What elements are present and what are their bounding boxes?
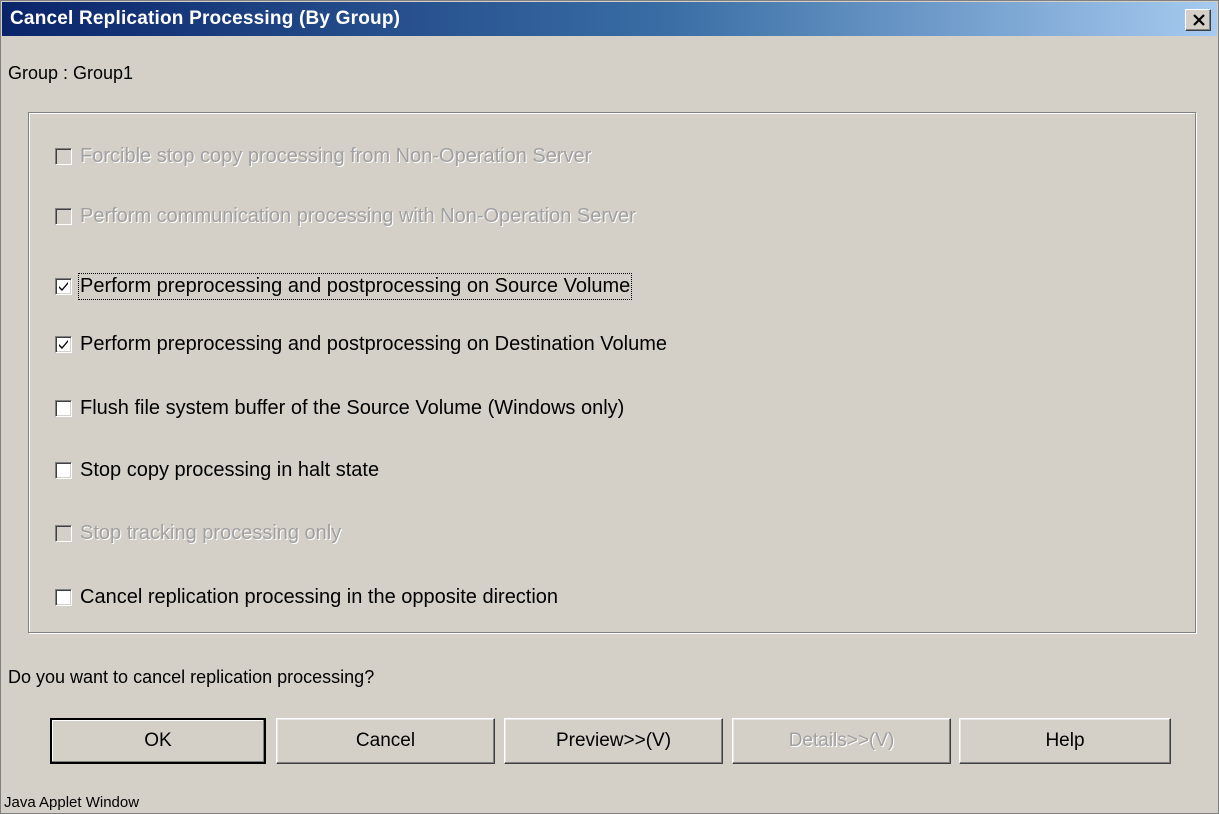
checkbox-forcible-stop: [55, 147, 72, 165]
option-communication-processing: Perform communication processing with No…: [55, 204, 636, 228]
option-label[interactable]: Cancel replication processing in the opp…: [80, 586, 558, 609]
checkbox-destination-pre-post[interactable]: [55, 335, 72, 353]
option-label: Perform communication processing with No…: [80, 204, 636, 227]
details-button: Details>>(V): [732, 718, 951, 764]
check-icon: [59, 281, 68, 291]
checkbox-communication-processing: [55, 207, 72, 225]
option-flush-buffer[interactable]: Flush file system buffer of the Source V…: [55, 396, 624, 420]
check-icon: [59, 339, 68, 349]
options-panel: Forcible stop copy processing from Non-O…: [28, 112, 1196, 633]
checkbox-source-pre-post[interactable]: [55, 277, 72, 295]
group-label: Group : Group1: [8, 63, 134, 83]
option-label: Forcible stop copy processing from Non-O…: [80, 144, 592, 167]
close-icon: [1193, 14, 1205, 26]
checkbox-stop-tracking: [55, 524, 72, 542]
close-button[interactable]: [1185, 9, 1211, 31]
option-label[interactable]: Perform preprocessing and postprocessing…: [77, 272, 633, 300]
option-label[interactable]: Perform preprocessing and postprocessing…: [80, 333, 667, 356]
checkbox-opposite-direction[interactable]: [55, 588, 72, 606]
applet-window-label: Java Applet Window: [4, 794, 140, 811]
option-stop-tracking: Stop tracking processing only: [55, 521, 341, 545]
cancel-button[interactable]: Cancel: [276, 718, 495, 764]
preview-button[interactable]: Preview>>(V): [504, 718, 723, 764]
option-halt-state[interactable]: Stop copy processing in halt state: [55, 458, 379, 482]
option-opposite-direction[interactable]: Cancel replication processing in the opp…: [55, 585, 558, 609]
option-label[interactable]: Flush file system buffer of the Source V…: [80, 397, 624, 420]
option-source-pre-post[interactable]: Perform preprocessing and postprocessing…: [55, 272, 633, 300]
title-bar: Cancel Replication Processing (By Group): [2, 2, 1217, 36]
option-label[interactable]: Stop copy processing in halt state: [80, 459, 379, 482]
dialog-title: Cancel Replication Processing (By Group): [10, 8, 401, 29]
option-label: Stop tracking processing only: [80, 521, 342, 544]
option-destination-pre-post[interactable]: Perform preprocessing and postprocessing…: [55, 332, 667, 356]
help-button[interactable]: Help: [959, 718, 1171, 764]
ok-button[interactable]: OK: [50, 718, 266, 764]
confirmation-question: Do you want to cancel replication proces…: [8, 667, 375, 687]
checkbox-halt-state[interactable]: [55, 461, 72, 479]
dialog-window: Cancel Replication Processing (By Group)…: [0, 0, 1219, 814]
option-forcible-stop: Forcible stop copy processing from Non-O…: [55, 144, 591, 168]
checkbox-flush-buffer[interactable]: [55, 399, 72, 417]
